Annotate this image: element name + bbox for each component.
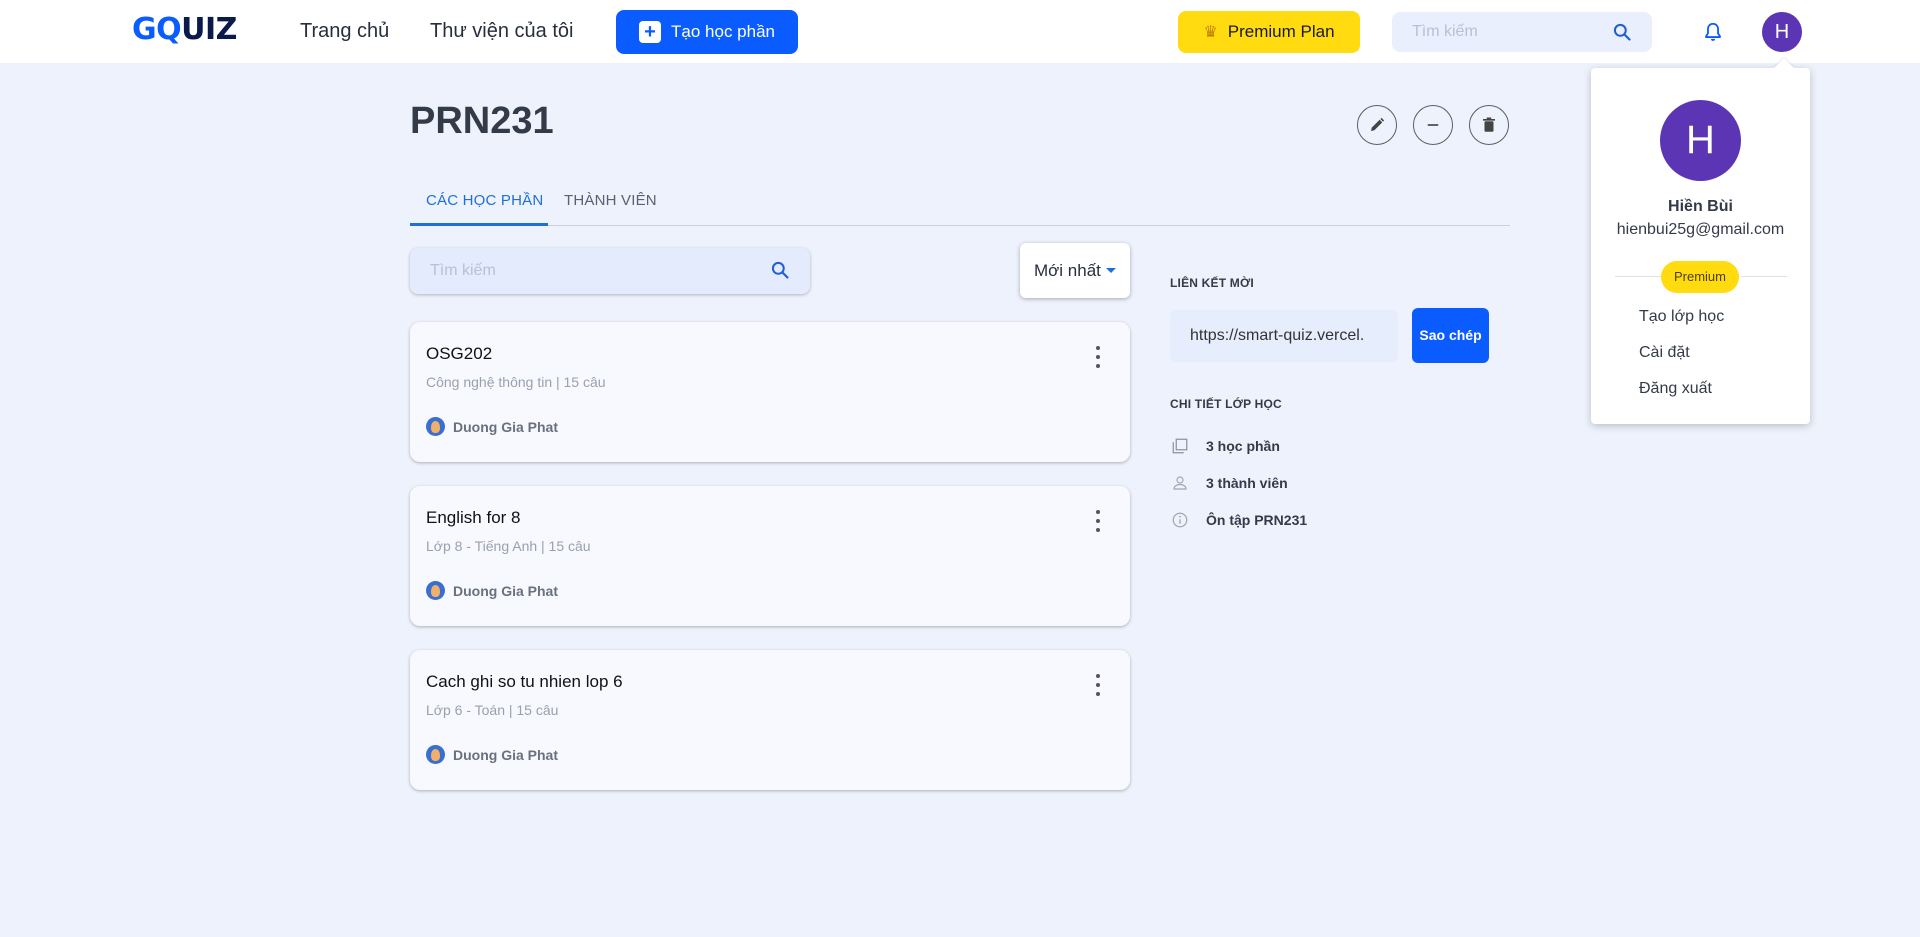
active-tab-indicator — [410, 223, 548, 226]
author-name: Duong Gia Phat — [453, 418, 558, 435]
study-set-title: English for 8 — [426, 508, 521, 527]
caret-down-icon — [1106, 268, 1116, 273]
sort-select[interactable]: Mới nhất — [1020, 243, 1130, 298]
detail-sets-text: 3 học phần — [1206, 438, 1280, 454]
study-set-card[interactable]: Cach ghi so tu nhien lop 6 Lớp 6 - Toán … — [410, 650, 1130, 790]
nav-library-link[interactable]: Thư viện của tôi — [430, 20, 573, 43]
author-avatar — [426, 417, 445, 436]
top-navbar: GQUIZ Trang chủ Thư viện của tôi + Tạo h… — [0, 0, 1920, 63]
study-set-subtitle: Lớp 6 - Toán | 15 câu — [426, 702, 559, 718]
study-set-author: Duong Gia Phat — [426, 745, 558, 764]
study-set-subtitle: Lớp 8 - Tiếng Anh | 15 câu — [426, 538, 591, 554]
edit-class-button[interactable] — [1357, 105, 1397, 145]
user-name: Hiền Bùi — [1668, 198, 1733, 215]
class-details-label: CHI TIẾT LỚP HỌC — [1170, 397, 1282, 411]
detail-description: Ôn tập PRN231 — [1170, 510, 1307, 530]
leave-class-button[interactable] — [1413, 105, 1453, 145]
invite-link-label: LIÊN KẾT MỜI — [1170, 276, 1254, 290]
pencil-icon — [1371, 117, 1385, 131]
study-set-card[interactable]: OSG202 Công nghệ thông tin | 15 câu Duon… — [410, 322, 1130, 462]
user-avatar-button[interactable]: H — [1762, 12, 1802, 52]
detail-study-sets-count: 3 học phần — [1170, 436, 1280, 456]
tab-members[interactable]: THÀNH VIÊN — [564, 192, 657, 209]
tab-study-sets[interactable]: CÁC HỌC PHẦN — [426, 192, 543, 209]
create-study-set-button[interactable]: + Tạo học phần — [616, 10, 798, 54]
study-set-search — [410, 248, 810, 294]
premium-plan-button[interactable]: ♛ Premium Plan — [1178, 11, 1360, 53]
trash-icon — [1483, 117, 1495, 132]
study-set-search-input[interactable] — [430, 259, 750, 283]
premium-plan-label: Premium Plan — [1227, 22, 1335, 41]
bell-icon[interactable] — [1702, 20, 1724, 44]
divider — [1741, 276, 1787, 277]
search-icon[interactable] — [770, 260, 790, 280]
detail-members-count: 3 thành viên — [1170, 473, 1288, 493]
study-set-card[interactable]: English for 8 Lớp 8 - Tiếng Anh | 15 câu… — [410, 486, 1130, 626]
study-set-title: OSG202 — [426, 344, 493, 363]
delete-class-button[interactable] — [1469, 105, 1509, 145]
author-name: Duong Gia Phat — [453, 582, 558, 599]
sort-selected-value: Mới nhất — [1034, 260, 1101, 280]
detail-description-text: Ôn tập PRN231 — [1206, 512, 1308, 528]
study-set-title: Cach ghi so tu nhien lop 6 — [426, 672, 623, 691]
person-icon — [1170, 473, 1190, 493]
menu-item-logout[interactable]: Đăng xuất — [1639, 380, 1712, 398]
menu-item-settings[interactable]: Cài đặt — [1639, 344, 1690, 362]
invite-link-field[interactable]: https://smart-quiz.vercel. — [1170, 310, 1398, 362]
stacked-cards-icon — [1170, 436, 1190, 456]
info-icon — [1170, 510, 1190, 530]
author-name: Duong Gia Phat — [453, 746, 558, 763]
search-icon[interactable] — [1612, 22, 1632, 42]
minus-circle-icon — [1427, 124, 1439, 126]
study-set-author: Duong Gia Phat — [426, 581, 558, 600]
copy-link-button[interactable]: Sao chép — [1412, 308, 1489, 363]
gquiz-logo[interactable]: GQUIZ — [132, 12, 237, 47]
page-title: PRN231 — [410, 100, 554, 142]
plus-icon: + — [639, 21, 662, 43]
account-dropdown: H Hiền Bùi hienbui25g@gmail.com Premium … — [1591, 68, 1810, 424]
more-vertical-icon[interactable] — [1094, 510, 1102, 532]
avatar: H — [1660, 100, 1741, 181]
more-vertical-icon[interactable] — [1094, 674, 1102, 696]
more-vertical-icon[interactable] — [1094, 346, 1102, 368]
header-search — [1392, 12, 1652, 52]
crown-icon: ♛ — [1203, 24, 1218, 41]
create-study-set-label: Tạo học phần — [671, 22, 775, 41]
header-search-input[interactable] — [1412, 20, 1602, 44]
menu-item-create-class[interactable]: Tạo lớp học — [1639, 308, 1724, 326]
user-email: hienbui25g@gmail.com — [1616, 221, 1785, 238]
divider — [1615, 276, 1661, 277]
study-set-subtitle: Công nghệ thông tin | 15 câu — [426, 374, 606, 390]
nav-home-link[interactable]: Trang chủ — [300, 20, 389, 43]
author-avatar — [426, 581, 445, 600]
study-set-author: Duong Gia Phat — [426, 417, 558, 436]
author-avatar — [426, 745, 445, 764]
detail-members-text: 3 thành viên — [1206, 475, 1288, 491]
premium-badge: Premium — [1661, 261, 1739, 293]
class-tabs: CÁC HỌC PHẦN THÀNH VIÊN — [410, 178, 1510, 226]
